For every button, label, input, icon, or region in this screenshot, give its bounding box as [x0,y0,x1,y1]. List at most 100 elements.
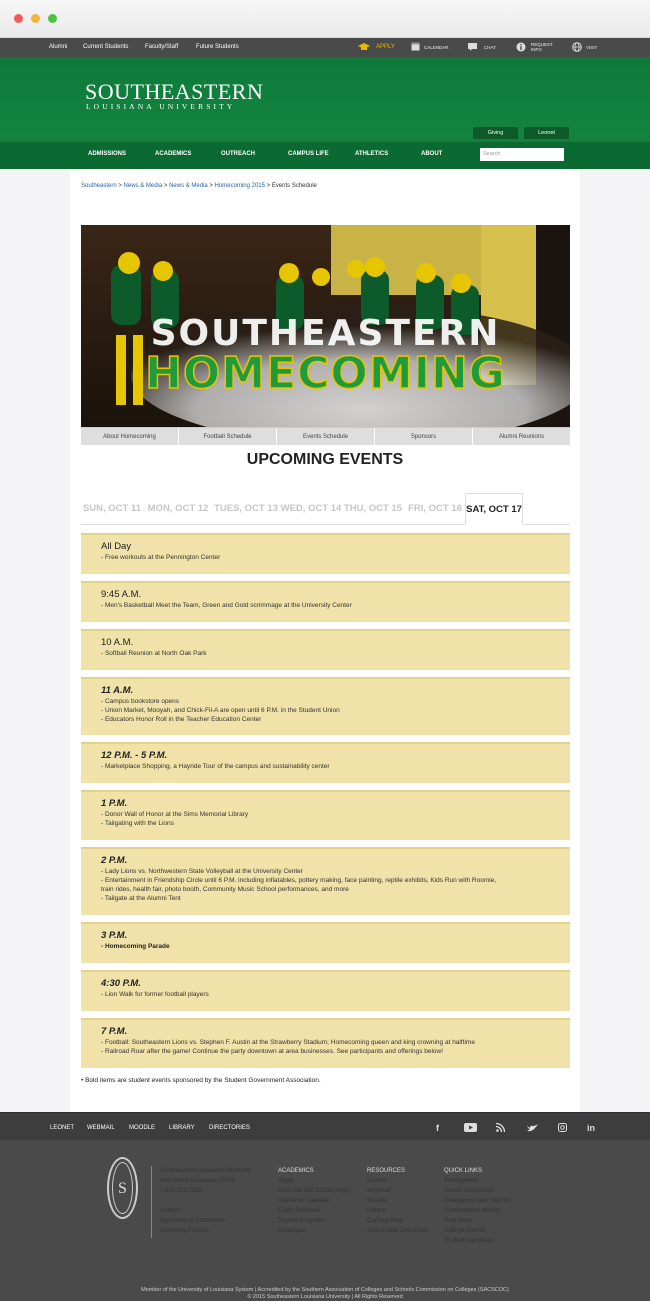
event-time: 12 P.M. - 5 P.M. [101,750,168,761]
utility-link-current-students[interactable]: Current Students [83,44,128,50]
seal-letter: S [112,1162,133,1214]
globe-icon [572,42,582,52]
close-window-dot[interactable] [14,14,23,23]
nav-campus-life[interactable]: CAMPUS LIFE [288,151,329,157]
footer-col-heading: QUICK LINKS [444,1168,483,1174]
maximize-window-dot[interactable] [48,14,57,23]
subnav-alumni-reunions[interactable]: Alumni Reunions [473,428,570,445]
nav-academics[interactable]: ACADEMICS [155,151,191,157]
event-block: 11 A.M. - Campus bookstore opens - Union… [81,677,570,735]
event-line: - Marketplace Shopping, a Hayride Tour o… [101,763,330,770]
facebook-icon[interactable]: f [436,1123,439,1133]
footer-col-link[interactable]: Help Desk [444,1216,511,1226]
footer-questions-link[interactable]: Questions or Comments [160,1216,251,1226]
utility-link-faculty-staff[interactable]: Faculty/Staff [145,44,178,50]
breadcrumb-link-news-media[interactable]: News & Media [124,183,163,189]
subnav-sponsors[interactable]: Sponsors [375,428,473,445]
footer-col-link[interactable]: Apply [278,1176,350,1186]
footer-col-link[interactable]: LeoNet [367,1176,428,1186]
giving-button[interactable]: Giving [473,127,518,139]
footer-link-moodle[interactable]: MOODLE [129,1125,155,1131]
event-block: 2 P.M. - Lady Lions vs. Northwestern Sta… [81,847,570,915]
event-block: 10 A.M. - Softball Reunion at North Oak … [81,629,570,670]
search-input[interactable]: Search [480,148,564,161]
footer-col-link[interactable]: Emergency Alert Sign Up [444,1196,511,1206]
nav-athletics[interactable]: ATHLETICS [355,151,388,157]
footer-link-directories[interactable]: DIRECTORIES [209,1125,250,1131]
footer-policies-link[interactable]: University Policies [160,1226,251,1236]
tab-sat-oct-17[interactable]: SAT, OCT 17 [465,493,523,525]
twitter-icon[interactable] [527,1124,538,1132]
event-block: 7 P.M. - Football: Southeastern Lions vs… [81,1018,570,1068]
footer-divider [151,1166,152,1238]
calendar-link[interactable]: CALENDAR [424,45,449,50]
university-seal: S [107,1157,138,1219]
event-block: 9:45 A.M. - Men's Basketball Meet the Te… [81,581,570,622]
footer-col-link[interactable]: Moodle [367,1196,428,1206]
footer-col-link[interactable]: College Portrait [444,1226,511,1236]
utility-link-future-students[interactable]: Future Students [196,44,239,50]
footer-col-link[interactable]: Student Handbook [444,1236,511,1246]
nav-about[interactable]: ABOUT [421,151,442,157]
linkedin-icon[interactable]: in [587,1123,595,1133]
footer-link-library[interactable]: LIBRARY [169,1125,195,1131]
footer-col-resources: RESOURCES LeoNet Webmail Moodle Library … [367,1166,428,1236]
event-line: - Union Market, Mooyah, and Chick-Fil-A … [101,707,340,714]
event-time: 2 P.M. [101,855,128,866]
tab-wed-oct-14[interactable]: WED, OCT 14 [280,493,342,525]
subnav-events-schedule[interactable]: Events Schedule [277,428,375,445]
youtube-icon[interactable] [464,1123,477,1132]
footer-col-link[interactable]: Cost, Aid and Scholarships [278,1186,350,1196]
tab-fri-oct-16[interactable]: FRI, OCT 16 [406,493,464,525]
footer-col-link[interactable]: Webmail [367,1186,428,1196]
footer-col-link[interactable]: Employment [444,1176,511,1186]
chat-link[interactable]: CHAT [484,45,496,50]
event-time: 7 P.M. [101,1026,128,1037]
footer-link-webmail[interactable]: WEBMAIL [87,1125,115,1131]
tab-tues-oct-13[interactable]: TUES, OCT 13 [212,493,280,525]
tab-sun-oct-11[interactable]: SUN, OCT 11 [81,493,143,525]
event-line: - Softball Reunion at North Oak Park [101,650,207,657]
tab-mon-oct-12[interactable]: MON, OCT 12 [145,493,211,525]
footer-col-link[interactable]: Degree Programs [278,1216,350,1226]
minimize-window-dot[interactable] [31,14,40,23]
subnav-about-homecoming[interactable]: About Homecoming [81,428,179,445]
leonet-button[interactable]: Leonet [524,127,569,139]
footer-address-line: Southeastern Louisiana University [160,1168,252,1174]
footer-col-link[interactable]: Academic Calendar [278,1196,350,1206]
footer-address: Southeastern Louisiana University Hammon… [160,1166,251,1236]
footer-col-link[interactable]: Search and Directories [367,1226,428,1236]
instagram-icon[interactable] [558,1123,567,1132]
footer-contact-link[interactable]: Contact [160,1206,251,1216]
request-info-link[interactable]: REQUEST INFO [531,42,553,52]
rss-icon[interactable] [496,1123,505,1132]
event-block: 3 P.M. - Homecoming Parade [81,922,570,963]
breadcrumb-link-southeastern[interactable]: Southeastern [81,183,117,189]
breadcrumb-link-news-media-2[interactable]: News & Media [169,183,208,189]
left-gutter [0,169,70,1112]
footer-col-link[interactable]: Exam Schedule [278,1206,350,1216]
footer-col-link[interactable]: Southeastern Identity [444,1206,511,1216]
subnav-football-schedule[interactable]: Football Schedule [179,428,277,445]
event-line: - Donor Wall of Honor at the Sims Memori… [101,811,249,818]
footer-col-heading: RESOURCES [367,1168,406,1174]
footer-col-link[interactable]: Campus Map [367,1216,428,1226]
footer-col-link[interactable]: Library [367,1206,428,1216]
bold-items-note: • Bold items are student events sponsore… [81,1077,321,1084]
utility-link-alumni[interactable]: Alumni [49,44,67,50]
apply-link[interactable]: APPLY [376,44,395,50]
footer-col-link[interactable]: Alumni Association [444,1186,511,1196]
accreditation-text: Member of the University of Louisiana Sy… [141,1287,509,1293]
event-time: 9:45 A.M. [101,589,142,600]
nav-outreach[interactable]: OUTREACH [221,151,255,157]
footer-link-leonet[interactable]: LEONET [50,1125,74,1131]
event-line: - Football: Southeastern Lions vs. Steph… [101,1039,475,1046]
tab-thu-oct-15[interactable]: THU, OCT 15 [343,493,403,525]
nav-admissions[interactable]: ADMISSIONS [88,151,126,157]
footer-link-bar: LEONET WEBMAIL MOODLE LIBRARY DIRECTORIE… [0,1112,650,1140]
footer-col-link[interactable]: Catalogue [278,1226,350,1236]
breadcrumb-link-homecoming-2015[interactable]: Homecoming 2015 [215,183,265,189]
event-block: All Day - Free workouts at the Penningto… [81,533,570,574]
visit-link[interactable]: VISIT [586,45,597,50]
footer-phone[interactable]: 1.800.222.7358 [160,1186,251,1196]
